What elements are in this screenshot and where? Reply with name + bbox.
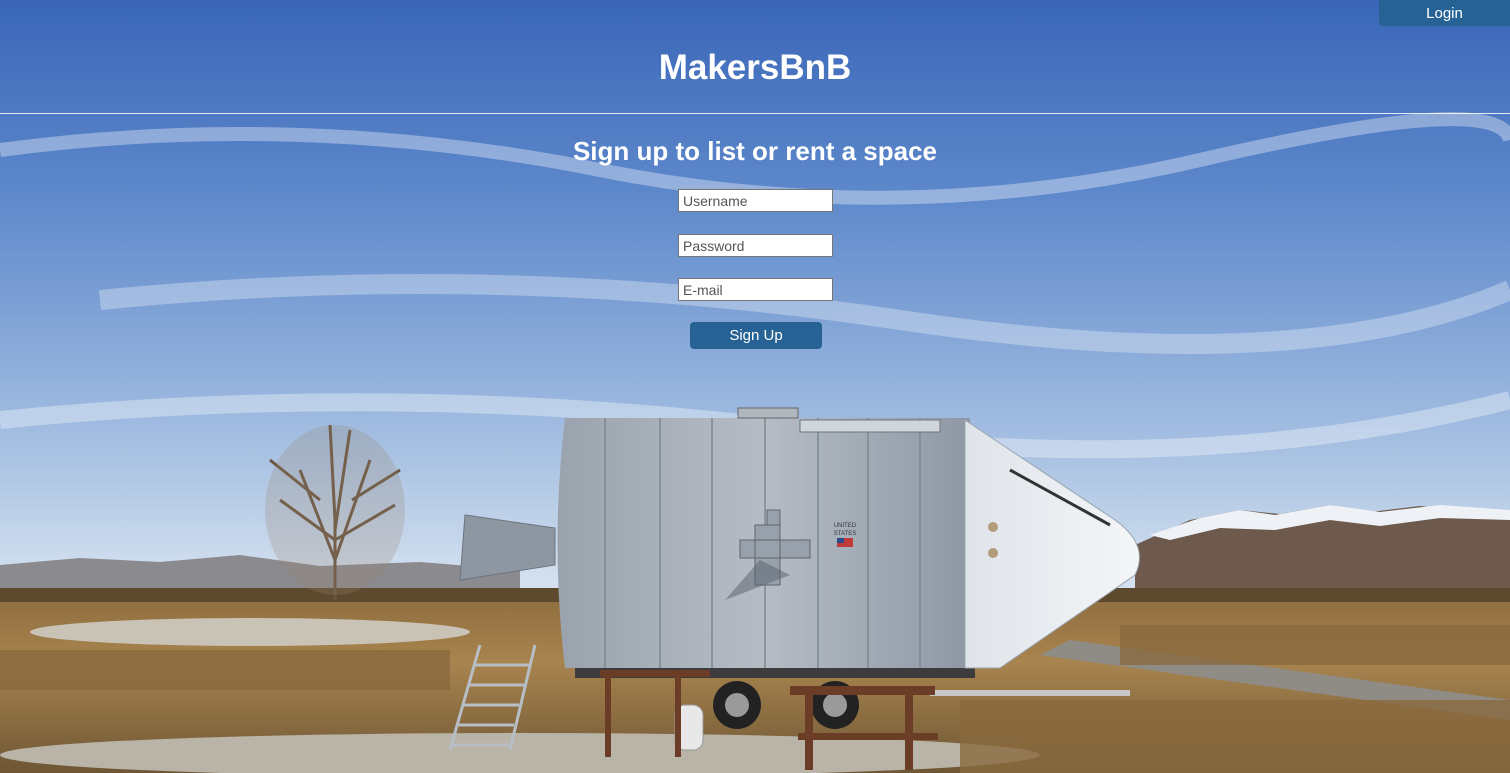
password-input[interactable] [678,234,833,257]
flag-text-line1: UNITED [834,523,857,529]
email-input[interactable] [678,278,833,301]
flag-text-line2: STATES [834,531,856,537]
signup-button[interactable]: Sign Up [690,322,822,349]
login-button[interactable]: Login [1379,0,1510,26]
username-input[interactable] [678,189,833,212]
signup-heading: Sign up to list or rent a space [572,136,938,166]
background-photo: UNITED STATES [0,0,1510,773]
header-divider [0,113,1510,114]
site-title: MakersBnB [658,48,852,87]
